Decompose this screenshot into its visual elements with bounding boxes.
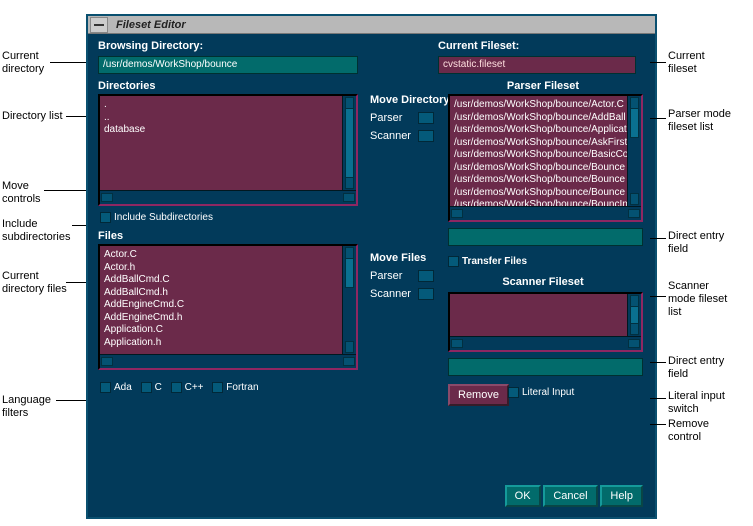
callout-direct-entry-2: Direct entry field xyxy=(668,355,724,381)
files-label: Files xyxy=(98,230,123,242)
callout-direct-entry-1: Direct entry field xyxy=(668,230,724,256)
checkbox-icon xyxy=(100,382,111,393)
filter-c[interactable]: C xyxy=(141,382,162,393)
filter-fortran[interactable]: Fortran xyxy=(212,382,258,393)
directories-listbox[interactable]: ...database xyxy=(98,94,358,206)
move-dir-scanner-button[interactable] xyxy=(418,130,434,142)
move-directory-label: Move Directory xyxy=(370,94,449,106)
parser-fileset-label: Parser Fileset xyxy=(448,80,638,92)
list-item[interactable]: /usr/demos/WorkShop/bounce/Actor.C xyxy=(454,99,637,112)
window-title: Fileset Editor xyxy=(116,19,186,31)
files-listbox[interactable]: Actor.CActor.hAddBallCmd.CAddBallCmd.hAd… xyxy=(98,244,358,370)
browsing-directory-value: /usr/demos/WorkShop/bounce xyxy=(103,59,237,70)
list-item[interactable]: Actor.h xyxy=(104,262,352,275)
directories-label: Directories xyxy=(98,80,155,92)
checkbox-icon xyxy=(448,256,459,267)
list-item[interactable]: AddEngineCmd.h xyxy=(104,312,352,325)
transfer-files-group[interactable]: Transfer Files xyxy=(448,256,534,267)
list-item[interactable]: Application.h xyxy=(104,337,352,350)
list-item[interactable]: AddEngineCmd.C xyxy=(104,299,352,312)
parser-fileset-listbox[interactable]: /usr/demos/WorkShop/bounce/Actor.C/usr/d… xyxy=(448,94,643,222)
callout-current-directory-files: Current directory files xyxy=(2,270,67,296)
callout-current-directory: Current directory xyxy=(2,50,44,76)
callout-include-subdirectories: Include subdirectories xyxy=(2,218,70,244)
scrollbar-horizontal[interactable] xyxy=(450,336,641,350)
remove-button[interactable]: Remove xyxy=(448,384,509,406)
list-item[interactable]: . xyxy=(104,99,352,112)
checkbox-icon xyxy=(141,382,152,393)
filter-ada[interactable]: Ada xyxy=(100,382,132,393)
cancel-button[interactable]: Cancel xyxy=(543,485,597,507)
checkbox-icon xyxy=(212,382,223,393)
window-menu-icon[interactable] xyxy=(90,17,108,33)
scrollbar-vertical[interactable] xyxy=(627,294,641,336)
scrollbar-vertical[interactable] xyxy=(627,96,641,206)
browsing-directory-field[interactable]: /usr/demos/WorkShop/bounce xyxy=(98,56,358,74)
current-fileset-field[interactable]: cvstatic.fileset xyxy=(438,56,636,74)
move-files-scanner-button[interactable] xyxy=(418,288,434,300)
move-dir-scanner-label: Scanner xyxy=(370,130,418,142)
callout-parser-fileset-list: Parser mode fileset list xyxy=(668,108,731,134)
move-files-label: Move Files xyxy=(370,252,434,264)
literal-input-checkbox[interactable]: Literal Input xyxy=(508,387,574,398)
callout-literal-input: Literal input switch xyxy=(668,390,725,416)
filter-cpp[interactable]: C++ xyxy=(171,382,204,393)
scrollbar-vertical[interactable] xyxy=(342,96,356,190)
list-item[interactable]: /usr/demos/WorkShop/bounce/BasicCo xyxy=(454,149,637,162)
move-directory-group: Move Directory Parser Scanner xyxy=(370,94,449,148)
include-subdirectories-label: Include Subdirectories xyxy=(114,212,213,223)
list-item[interactable]: AddBallCmd.C xyxy=(104,274,352,287)
list-item[interactable]: /usr/demos/WorkShop/bounce/Bounce xyxy=(454,174,637,187)
list-item[interactable]: /usr/demos/WorkShop/bounce/AddBall xyxy=(454,112,637,125)
callout-move-controls: Move controls xyxy=(2,180,41,206)
scrollbar-horizontal[interactable] xyxy=(100,190,356,204)
current-fileset-label: Current Fileset: xyxy=(438,40,519,52)
callout-language-filters: Language filters xyxy=(2,394,51,420)
list-item[interactable]: /usr/demos/WorkShop/bounce/AskFirst xyxy=(454,137,637,150)
list-item[interactable]: AddBallCmd.h xyxy=(104,287,352,300)
move-dir-parser-button[interactable] xyxy=(418,112,434,124)
include-subdirectories-checkbox[interactable]: Include Subdirectories xyxy=(100,212,213,223)
list-item[interactable]: /usr/demos/WorkShop/bounce/Bounce xyxy=(454,162,637,175)
current-fileset-value: cvstatic.fileset xyxy=(443,59,505,70)
callout-current-fileset: Current fileset xyxy=(668,50,705,76)
callout-directory-list: Directory list xyxy=(2,110,63,123)
parser-direct-entry-field[interactable] xyxy=(448,228,643,246)
move-files-parser-label: Parser xyxy=(370,270,418,282)
fileset-editor-window: Fileset Editor Browsing Directory: /usr/… xyxy=(86,14,657,519)
list-item[interactable]: database xyxy=(104,124,352,137)
scrollbar-horizontal[interactable] xyxy=(450,206,641,220)
checkbox-icon xyxy=(171,382,182,393)
literal-input-label: Literal Input xyxy=(522,387,574,398)
list-item[interactable]: .. xyxy=(104,112,352,125)
move-files-parser-button[interactable] xyxy=(418,270,434,282)
move-files-scanner-label: Scanner xyxy=(370,288,418,300)
scanner-direct-entry-field[interactable] xyxy=(448,358,643,376)
checkbox-icon xyxy=(100,212,111,223)
scrollbar-horizontal[interactable] xyxy=(100,354,356,368)
list-item[interactable]: Actor.C xyxy=(104,249,352,262)
scrollbar-vertical[interactable] xyxy=(342,246,356,354)
ok-button[interactable]: OK xyxy=(505,485,541,507)
callout-remove-control: Remove control xyxy=(668,418,709,444)
scanner-fileset-listbox[interactable] xyxy=(448,292,643,352)
list-item[interactable]: /usr/demos/WorkShop/bounce/Applicat xyxy=(454,124,637,137)
checkbox-icon xyxy=(508,387,519,398)
help-button[interactable]: Help xyxy=(600,485,643,507)
scanner-fileset-label: Scanner Fileset xyxy=(448,276,638,288)
move-dir-parser-label: Parser xyxy=(370,112,418,124)
callout-scanner-fileset-list: Scanner mode fileset list xyxy=(668,280,727,320)
language-filters: Ada C C++ Fortran xyxy=(100,382,265,393)
list-item[interactable]: Application.C xyxy=(104,324,352,337)
move-files-group: Move Files Parser Scanner xyxy=(370,252,434,306)
browsing-directory-label: Browsing Directory: xyxy=(98,40,203,52)
list-item[interactable]: /usr/demos/WorkShop/bounce/Bounce xyxy=(454,187,637,200)
transfer-files-label: Transfer Files xyxy=(462,256,527,267)
titlebar[interactable]: Fileset Editor xyxy=(88,16,655,34)
